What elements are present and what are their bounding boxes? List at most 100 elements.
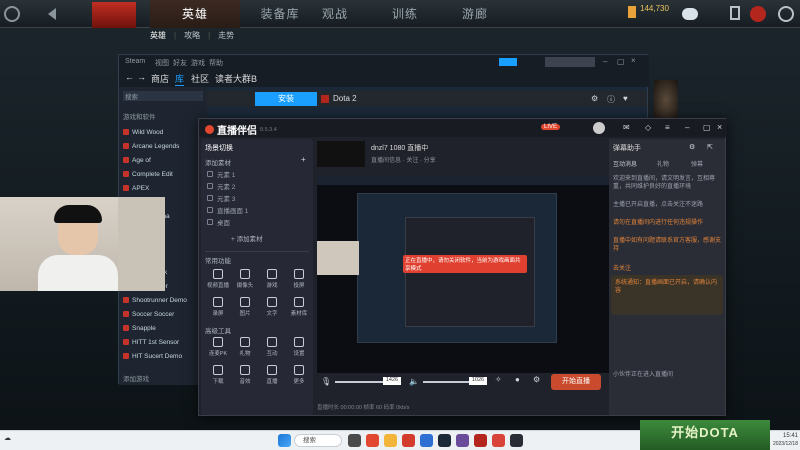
tool-button[interactable]: 素材库 [286,295,312,319]
taskbar-search-input[interactable]: 搜索 [294,434,342,447]
close-icon[interactable]: × [631,56,636,65]
settings-icon[interactable]: ⚙ [591,94,598,103]
source-item[interactable]: 元素 1 [207,169,307,179]
tab-arcade[interactable]: 游廊 [440,0,510,28]
subnav-heroes[interactable]: 英雄 [150,30,166,41]
microphone-icon[interactable]: 🎙 [321,377,331,386]
game-list-item[interactable]: Wild Wood [123,127,205,137]
dota-taskbar-icon[interactable] [474,434,487,447]
source-item[interactable]: 元素 3 [207,193,307,203]
scene-switch-label[interactable]: 场景切换 [205,143,233,153]
room-subtitle[interactable]: 直播间信息 · 关注 · 分享 [371,155,436,164]
steam-taskbar-icon[interactable] [438,434,451,447]
settings-gear-icon[interactable] [4,6,20,22]
tool-button[interactable]: 游戏 [259,267,285,291]
tool-button[interactable]: 更多 [286,363,312,387]
terminal-icon[interactable] [510,434,523,447]
follow-link[interactable]: 去关注 [613,263,631,272]
add-scene-icon[interactable]: + [301,155,306,164]
info-icon[interactable]: ⓘ [607,94,615,105]
tool-button[interactable]: 连麦PK [205,335,231,359]
source-item[interactable]: 桌面 [207,217,307,227]
library-search-input[interactable]: 搜索 [123,91,203,101]
nav-community[interactable]: 社区 [191,72,209,85]
tool-button[interactable]: 文字 [259,295,285,319]
menu-games[interactable]: 游戏 [191,58,205,68]
more-settings-icon[interactable]: ⚙ [533,375,540,384]
back-icon[interactable]: ← [125,72,134,82]
account-dropdown[interactable] [545,57,595,67]
app-icon[interactable] [456,434,469,447]
room-thumbnail[interactable] [317,141,365,167]
go-live-button[interactable]: 开始直播 [551,374,601,390]
tool-button[interactable]: 下载 [205,363,231,387]
speaker-icon[interactable]: 🔈 [409,377,419,386]
battle-pass-icon[interactable] [682,8,698,20]
start-icon[interactable] [278,434,291,447]
library-label[interactable]: 游戏和软件 [123,111,156,121]
tab-learn[interactable]: 训练 [370,0,440,28]
menu-view[interactable]: 视图 [155,58,169,68]
message-icon[interactable]: ✉ [623,123,630,132]
chrome-icon[interactable] [402,434,415,447]
explorer-icon[interactable] [384,434,397,447]
right-tab-chat[interactable]: 弹幕 [691,159,703,168]
maximize-icon[interactable]: ▢ [617,57,625,66]
menu-help[interactable]: 帮助 [209,58,223,68]
live-app-taskbar-icon[interactable] [366,434,379,447]
tool-button[interactable]: 设置 [286,335,312,359]
edge-icon[interactable] [420,434,433,447]
nav-profile[interactable]: 读者大群B [215,72,257,85]
tab-heroes[interactable]: 英雄 [150,0,240,28]
tool-button[interactable]: 投屏 [286,267,312,291]
maximize-icon[interactable]: ▢ [703,123,711,132]
clock-time[interactable]: 15:41 [772,433,798,439]
right-tab-interact[interactable]: 互动消息 [613,159,637,168]
source-item[interactable]: 元素 2 [207,181,307,191]
pin-icon[interactable]: ⇱ [707,143,713,151]
install-button[interactable]: 安装 [255,92,317,106]
back-arrow-icon[interactable] [48,8,56,20]
tool-button[interactable]: 录屏 [205,295,231,319]
upload-icon[interactable] [730,6,740,20]
game-list-item[interactable]: HIT Sucert Demo [123,351,205,361]
subnav-guides[interactable]: 攻略 [184,30,200,41]
game-list-item[interactable]: Shootrunner Demo [123,295,205,305]
power-icon[interactable] [778,6,794,22]
play-dota-button[interactable]: 开始DOTA [640,420,770,450]
nav-library[interactable]: 库 [175,72,185,86]
profile-badge-icon[interactable] [750,6,766,22]
record-icon[interactable]: ● [515,375,520,384]
minimize-icon[interactable]: – [685,123,689,132]
tool-button[interactable]: 礼物 [232,335,258,359]
game-list-item[interactable]: Arcane Legends [123,141,205,151]
add-source-button[interactable]: + 添加素材 [231,233,263,243]
taskview-icon[interactable] [348,434,361,447]
menu-icon[interactable]: ≡ [665,123,670,132]
gear-icon[interactable]: ⚙ [689,143,695,151]
game-list-item[interactable]: Complete Edit [123,169,205,179]
beauty-icon[interactable]: ✧ [495,375,502,384]
broadcast-icon[interactable] [499,58,517,66]
tool-button[interactable]: 图片 [232,295,258,319]
record-app-icon[interactable] [492,434,505,447]
nav-store[interactable]: 商店 [151,72,169,85]
game-list-item[interactable]: Soccer Soccer [123,309,205,319]
tool-button[interactable]: 音效 [232,363,258,387]
game-list-item[interactable]: Age of [123,155,205,165]
tool-button[interactable]: 直播 [259,363,285,387]
tool-button[interactable]: 摄像头 [232,267,258,291]
tab-watch[interactable]: 观战 [300,0,370,28]
subnav-trends[interactable]: 走势 [218,30,234,41]
close-icon[interactable]: × [717,122,722,132]
game-list-item[interactable]: Snapple [123,323,205,333]
menu-friends[interactable]: 好友 [173,58,187,68]
add-game-button[interactable]: 添加游戏 [123,373,149,383]
right-tab-gift[interactable]: 礼物 [657,159,669,168]
forward-icon[interactable]: → [137,72,146,82]
favorite-icon[interactable]: ♥ [623,94,628,103]
dota-logo-icon[interactable] [92,2,136,28]
tool-button[interactable]: 视频直播 [205,267,231,291]
stream-overlay-banner[interactable]: 正在直播中，请勿关闭软件，当前为游戏画面共享模式 [403,255,527,273]
weather-icon[interactable]: ☁ [4,434,11,442]
